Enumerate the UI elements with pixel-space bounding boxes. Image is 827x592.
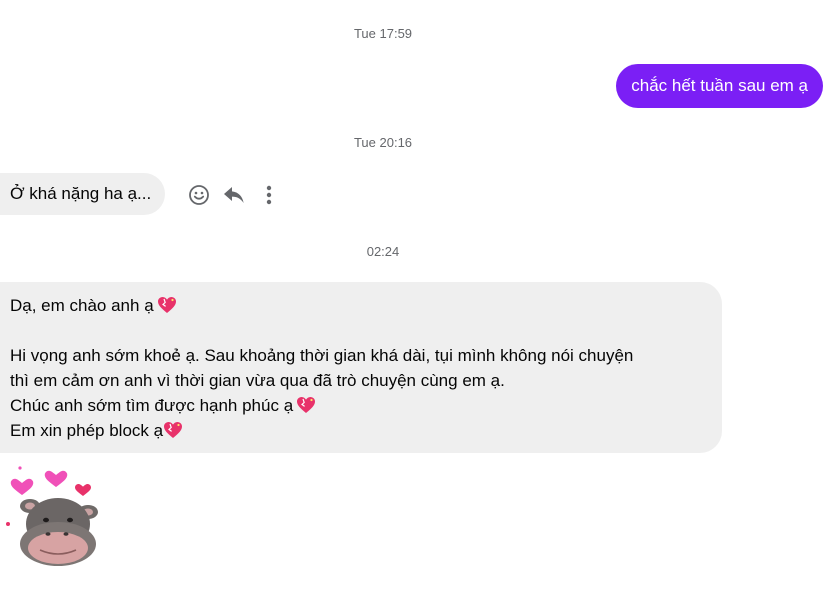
message-line-5: Em xin phép block ạ — [10, 418, 712, 443]
hippo-with-hearts-sticker — [6, 466, 98, 566]
more-dots-icon — [266, 185, 272, 205]
message-line-1: Dạ, em chào anh ạ — [10, 293, 712, 318]
heart-icon — [297, 397, 316, 413]
timestamp-2: Tue 20:16 — [353, 135, 413, 150]
message-line-2: Hi vọng anh sớm khoẻ ạ. Sau khoảng thời … — [10, 346, 634, 365]
reply-arrow-icon — [224, 187, 244, 203]
timestamp-3: 02:24 — [366, 244, 400, 259]
more-button[interactable] — [254, 180, 284, 210]
message-actions — [184, 180, 289, 210]
smiley-icon — [189, 185, 209, 205]
outgoing-message-bubble[interactable]: chắc hết tuần sau em ạ — [616, 64, 823, 108]
message-line-4: Chúc anh sớm tìm được hạnh phúc ạ — [10, 393, 712, 418]
incoming-message-text-1: Ở khá nặng ha ạ... — [10, 184, 152, 203]
outgoing-message-text: chắc hết tuần sau em ạ — [631, 76, 808, 95]
message-line-3: thì em cảm ơn anh vì thời gian vừa qua đ… — [10, 371, 505, 390]
hippo-sticker[interactable] — [0, 462, 110, 572]
incoming-message-bubble-1[interactable]: Ở khá nặng ha ạ... — [0, 173, 166, 215]
react-button[interactable] — [184, 180, 214, 210]
sticker-heart-left — [9, 477, 35, 497]
reply-button[interactable] — [219, 180, 249, 210]
sticker-heart-right — [75, 484, 91, 496]
incoming-message-bubble-2[interactable]: Dạ, em chào anh ạ Hi vọng anh sớm khoẻ ạ… — [0, 282, 722, 453]
sticker-heart-top — [43, 469, 69, 489]
heart-icon — [164, 422, 183, 438]
timestamp-1: Tue 17:59 — [353, 26, 413, 41]
heart-icon — [157, 297, 176, 313]
message-gap — [10, 318, 712, 343]
